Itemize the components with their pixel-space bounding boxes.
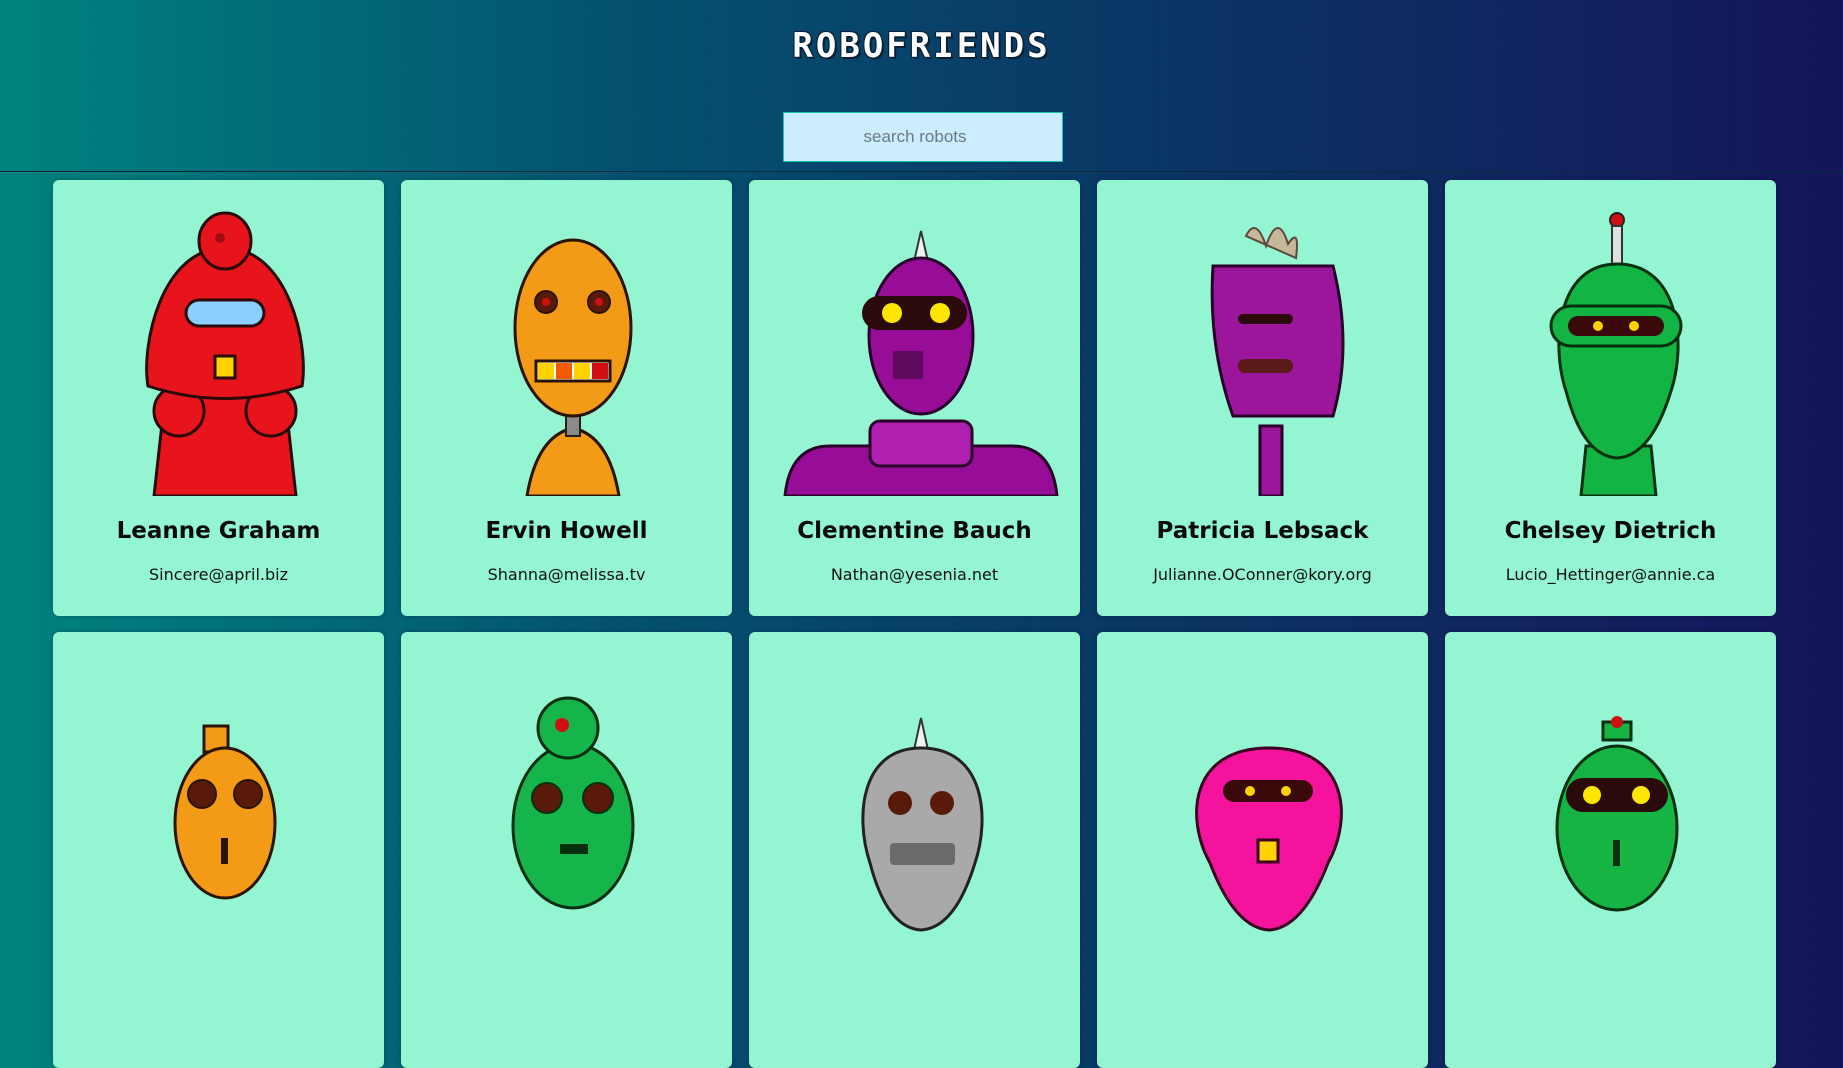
robot-card[interactable] (1445, 632, 1776, 1068)
search-input[interactable] (783, 112, 1063, 162)
robot-avatar-icon (145, 211, 305, 496)
app-title: ROBOFRIENDS (792, 26, 1051, 66)
robot-card[interactable] (53, 632, 384, 1068)
robot-card[interactable] (749, 632, 1080, 1068)
robot-avatar-icon (1195, 746, 1343, 932)
robot-avatar-icon (1210, 227, 1345, 496)
robot-avatar-icon (173, 724, 277, 900)
robot-avatar-icon (511, 696, 635, 910)
robot-avatar-icon (1555, 716, 1679, 912)
robot-card[interactable]: Ervin Howell Shanna@melissa.tv (401, 180, 732, 616)
robot-email: Lucio_Hettinger@annie.ca (1505, 565, 1716, 584)
robot-card[interactable] (401, 632, 732, 1068)
robot-card[interactable] (1097, 632, 1428, 1068)
robot-name: Leanne Graham (116, 518, 321, 544)
robot-avatar-icon (861, 717, 984, 932)
robot-card[interactable]: Clementine Bauch Nathan@yesenia.net (749, 180, 1080, 616)
robot-avatar-icon (1549, 212, 1683, 496)
robot-card[interactable]: Patricia Lebsack Julianne.OConner@kory.o… (1097, 180, 1428, 616)
robot-email: Sincere@april.biz (149, 565, 288, 584)
robot-name: Patricia Lebsack (1156, 518, 1369, 544)
robot-avatar-icon (783, 230, 1059, 496)
robot-name: Ervin Howell (485, 518, 648, 544)
app-header: ROBOFRIENDS (0, 0, 1843, 172)
robot-card[interactable]: Chelsey Dietrich Lucio_Hettinger@annie.c… (1445, 180, 1776, 616)
robot-name: Chelsey Dietrich (1504, 518, 1717, 544)
robot-card[interactable]: Leanne Graham Sincere@april.biz (53, 180, 384, 616)
robot-email: Nathan@yesenia.net (830, 565, 999, 584)
robot-email: Shanna@melissa.tv (487, 565, 646, 584)
robot-name: Clementine Bauch (797, 518, 1032, 544)
robot-email: Julianne.OConner@kory.org (1153, 565, 1372, 584)
robot-avatar-icon (513, 238, 633, 496)
